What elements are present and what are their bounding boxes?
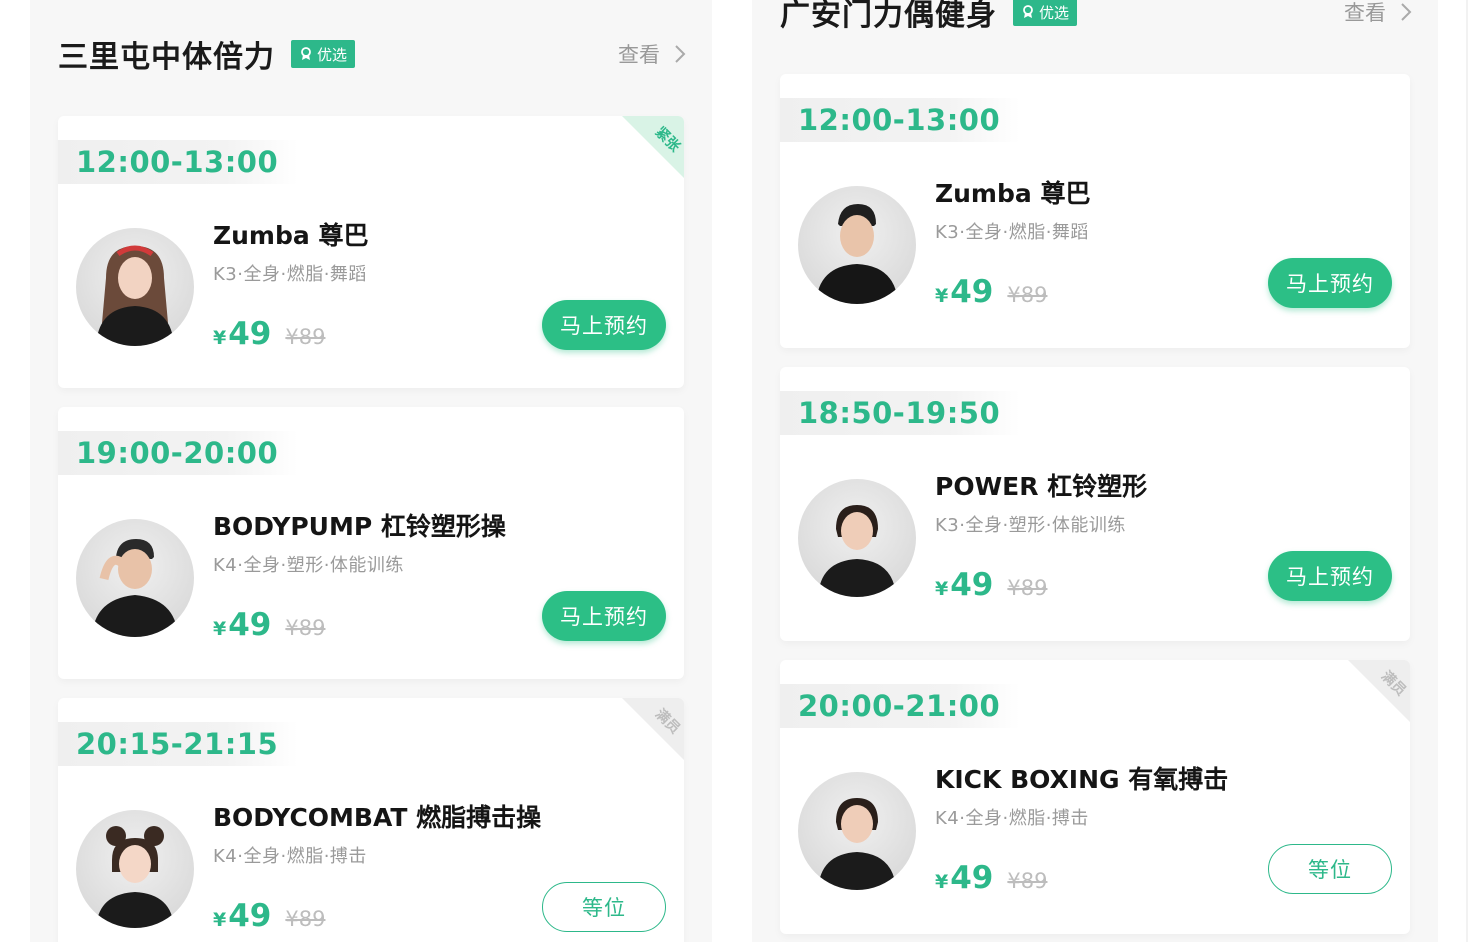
time-slot-label: 20:00-21:00 [798,689,1001,723]
course-title: BODYPUMP 杠铃塑形操 [213,512,506,541]
current-price: ¥49 [935,567,994,603]
select-badge: 优选 [291,40,356,68]
time-slot: 20:15-21:15 [58,722,298,766]
trainer-avatar [798,186,916,304]
waitlist-button[interactable]: 等位 [1268,844,1392,894]
gym-panel-guanganmen: 广安门力偶健身 优选 查看 12:00-13:00 Zumba 尊巴 K3·全身… [752,0,1438,942]
class-card[interactable]: 紧张 12:00-13:00 Zumba 尊巴 K3·全身·燃脂·舞蹈 ¥49 … [58,116,684,388]
status-corner-tag: 满员 [1348,660,1410,722]
current-price: ¥49 [935,274,994,310]
class-card[interactable]: 满员 20:00-21:00 KICK BOXING 有氧搏击 K4·全身·燃脂… [780,660,1410,934]
view-link[interactable]: 查看 [618,39,686,69]
class-card[interactable]: 满员 20:15-21:15 BODYCOMBAT 燃脂搏击操 K4·全身·燃脂… [58,698,684,942]
course-tags: K4·全身·塑形·体能训练 [213,555,404,576]
view-link[interactable]: 查看 [1344,0,1412,27]
price-row: ¥49 ¥89 [213,316,325,352]
chevron-right-icon [675,45,686,63]
time-slot-label: 19:00-20:00 [76,436,279,470]
price-row: ¥49 ¥89 [935,274,1047,310]
time-slot: 20:00-21:00 [780,684,1020,728]
original-price: ¥89 [285,325,326,349]
status-corner-tag: 紧张 [622,116,684,178]
course-title: Zumba 尊巴 [213,221,369,250]
select-badge-label: 优选 [1039,3,1070,22]
select-badge-label: 优选 [317,45,348,64]
time-slot: 19:00-20:00 [58,431,298,475]
current-price: ¥49 [213,316,272,352]
book-now-button[interactable]: 马上预约 [542,591,666,641]
book-now-button[interactable]: 马上预约 [542,300,666,350]
gym-header: 广安门力偶健身 优选 查看 [752,0,1438,42]
chevron-right-icon [1401,3,1412,21]
course-title: KICK BOXING 有氧搏击 [935,765,1229,794]
current-price: ¥49 [213,607,272,643]
gym-name: 广安门力偶健身 [780,0,997,33]
time-slot: 18:50-19:50 [780,391,1020,435]
female-trainer-avatar-icon [818,505,896,597]
original-price: ¥89 [285,907,326,931]
time-slot-label: 18:50-19:50 [798,396,1001,430]
time-slot: 12:00-13:00 [58,140,298,184]
original-price: ¥89 [1007,576,1048,600]
price-row: ¥49 ¥89 [935,567,1047,603]
time-slot-label: 12:00-13:00 [798,103,1001,137]
course-tags: K3·全身·燃脂·舞蹈 [935,222,1089,243]
course-title: Zumba 尊巴 [935,179,1091,208]
view-link-label: 查看 [618,43,660,67]
original-price: ¥89 [1007,283,1048,307]
price-row: ¥49 ¥89 [213,607,325,643]
course-tags: K4·全身·燃脂·搏击 [935,808,1089,829]
original-price: ¥89 [285,616,326,640]
book-now-button[interactable]: 马上预约 [1268,258,1392,308]
male-trainer-avatar-icon [92,539,178,637]
current-price: ¥49 [935,860,994,896]
gym-panel-sanlitun: 三里屯中体倍力 优选 查看 紧张 12:00-13:00 Zumba 尊巴 K3… [30,0,712,942]
trainer-avatar [798,479,916,597]
female-trainer-avatar-icon [818,798,896,890]
female-trainer-avatar-icon [96,245,174,346]
time-slot-label: 12:00-13:00 [76,145,279,179]
class-card[interactable]: 19:00-20:00 BODYPUMP 杠铃塑形操 K4·全身·塑形·体能训练… [58,407,684,679]
view-link-label: 查看 [1344,1,1386,25]
original-price: ¥89 [1007,869,1048,893]
gym-name: 三里屯中体倍力 [58,40,275,75]
price-row: ¥49 ¥89 [935,860,1047,896]
waitlist-button[interactable]: 等位 [542,882,666,932]
course-tags: K3·全身·塑形·体能训练 [935,515,1126,536]
male-trainer-avatar-icon [816,204,898,304]
time-slot-label: 20:15-21:15 [76,727,279,761]
trainer-avatar [76,810,194,928]
gym-header: 三里屯中体倍力 优选 查看 [30,24,712,84]
divider [1466,0,1468,942]
status-corner-tag: 满员 [622,698,684,760]
course-tags: K4·全身·燃脂·搏击 [213,846,367,867]
ribbon-icon [1023,5,1033,18]
ribbon-icon [301,47,311,60]
book-now-button[interactable]: 马上预约 [1268,551,1392,601]
price-row: ¥49 ¥89 [213,898,325,934]
class-card[interactable]: 18:50-19:50 POWER 杠铃塑形 K3·全身·塑形·体能训练 ¥49… [780,367,1410,641]
class-card[interactable]: 12:00-13:00 Zumba 尊巴 K3·全身·燃脂·舞蹈 ¥49 ¥89… [780,74,1410,348]
trainer-avatar [76,228,194,346]
course-title: POWER 杠铃塑形 [935,472,1148,501]
female-trainer-avatar-icon [96,826,174,928]
select-badge: 优选 [1013,0,1078,26]
current-price: ¥49 [213,898,272,934]
time-slot: 12:00-13:00 [780,98,1020,142]
course-tags: K3·全身·燃脂·舞蹈 [213,264,367,285]
trainer-avatar [798,772,916,890]
trainer-avatar [76,519,194,637]
course-title: BODYCOMBAT 燃脂搏击操 [213,803,542,832]
